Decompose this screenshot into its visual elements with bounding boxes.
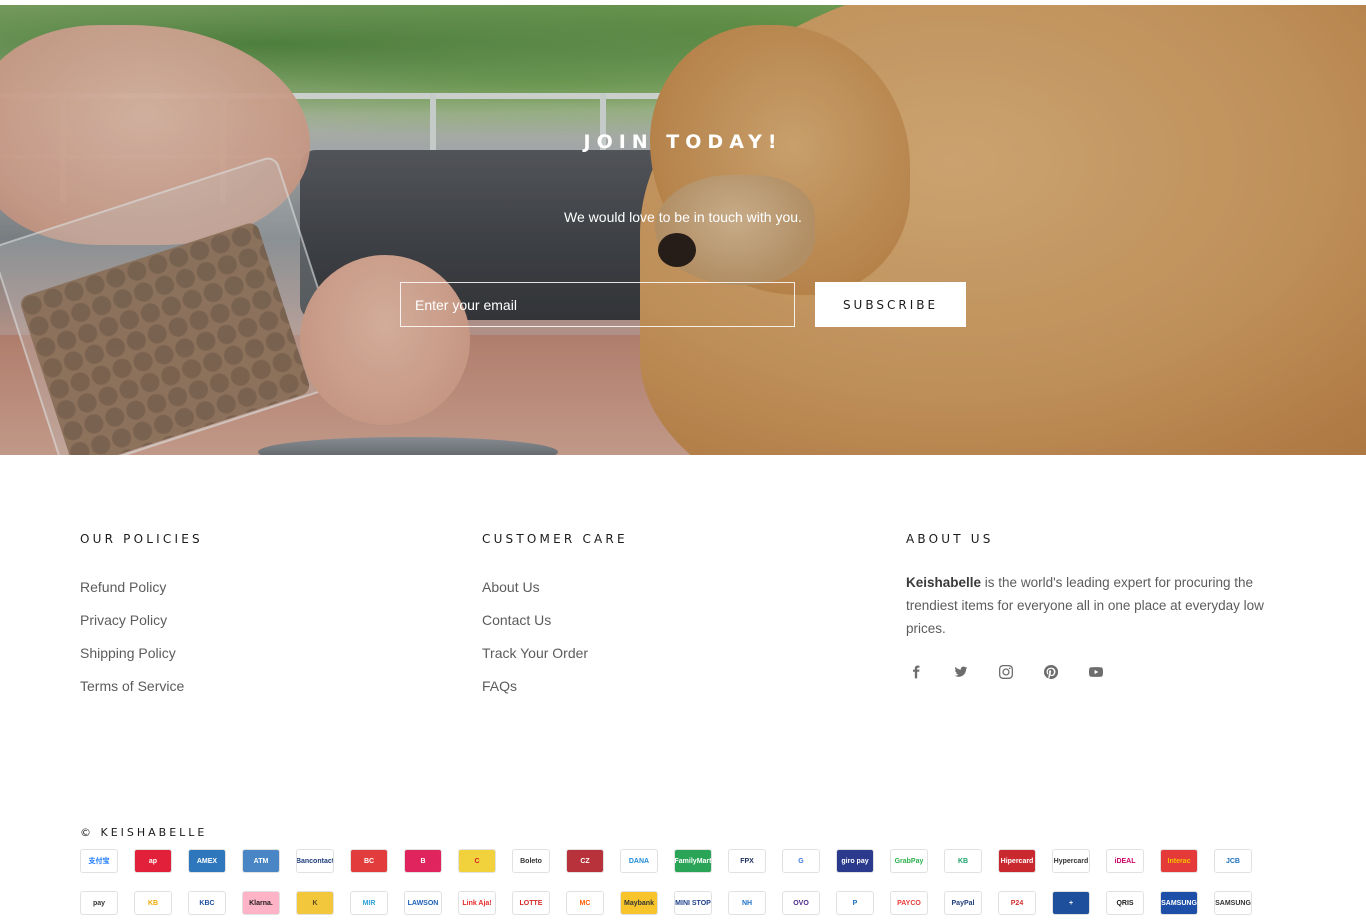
payment-method-icon: DANA <box>620 849 658 873</box>
payment-method-icon: 支付宝 <box>80 849 118 873</box>
list-item: Privacy Policy <box>80 604 203 637</box>
payment-method-icon: Maybank <box>620 891 658 915</box>
payment-method-icon: CZ <box>566 849 604 873</box>
track-order-link[interactable]: Track Your Order <box>482 645 588 661</box>
payment-method-icon: FamilyMart <box>674 849 712 873</box>
payment-method-icon: B <box>404 849 442 873</box>
youtube-icon[interactable] <box>1088 664 1104 680</box>
newsletter-title: JOIN TODAY! <box>583 131 783 153</box>
faqs-link[interactable]: FAQs <box>482 678 517 694</box>
payment-method-icon: + <box>1052 891 1090 915</box>
payment-method-icon: pay <box>80 891 118 915</box>
copyright: © KEISHABELLE <box>80 826 208 839</box>
newsletter-subtitle: We would love to be in touch with you. <box>564 209 802 225</box>
payment-method-icon: iDEAL <box>1106 849 1144 873</box>
payment-method-icon: KBC <box>188 891 226 915</box>
payment-method-icon: Hipercard <box>998 849 1036 873</box>
payment-method-icon: Interac <box>1160 849 1198 873</box>
shipping-policy-link[interactable]: Shipping Policy <box>80 645 176 661</box>
social-links <box>906 664 1286 680</box>
payment-method-icon: Boleto <box>512 849 550 873</box>
payment-method-icon: Link Aja! <box>458 891 496 915</box>
payment-method-icon: G <box>782 849 820 873</box>
customer-care-list: About Us Contact Us Track Your Order FAQ… <box>482 571 628 703</box>
list-item: FAQs <box>482 670 628 703</box>
payment-method-icon: K <box>296 891 334 915</box>
brand-name: Keishabelle <box>906 575 982 590</box>
subscribe-button[interactable]: SUBSCRIBE <box>815 282 966 327</box>
about-us-link[interactable]: About Us <box>482 579 540 595</box>
footer-customer-care: CUSTOMER CARE About Us Contact Us Track … <box>482 532 628 703</box>
payment-method-icon: JCB <box>1214 849 1252 873</box>
payment-method-icon: KB <box>944 849 982 873</box>
payment-method-icon: NH <box>728 891 766 915</box>
payment-method-icon: ATM <box>242 849 280 873</box>
payment-method-icon: MINI STOP <box>674 891 712 915</box>
payment-method-icon: OVO <box>782 891 820 915</box>
payment-method-icon: SAMSUNG <box>1160 891 1198 915</box>
list-item: Shipping Policy <box>80 637 203 670</box>
payment-method-icon: Hypercard <box>1052 849 1090 873</box>
about-text: Keishabelle is the world's leading exper… <box>906 571 1286 640</box>
payment-method-icon: LAWSON <box>404 891 442 915</box>
payment-icons-row-1: 支付宝 ap AMEX ATM Bancontact BC B C Boleto CZ DANA Fa… <box>80 849 1252 873</box>
contact-us-link[interactable]: Contact Us <box>482 612 551 628</box>
payment-method-icon: C <box>458 849 496 873</box>
payment-method-icon: Klarna. <box>242 891 280 915</box>
payment-method-icon: P <box>836 891 874 915</box>
payment-method-icon: FPX <box>728 849 766 873</box>
footer-about: ABOUT US Keishabelle is the world's lead… <box>906 532 1286 680</box>
policies-list: Refund Policy Privacy Policy Shipping Po… <box>80 571 203 703</box>
payment-method-icon: LOTTE <box>512 891 550 915</box>
hero-overlay <box>0 5 1366 455</box>
payment-method-icon: QRIS <box>1106 891 1144 915</box>
payment-icons-row-2: pay KB KBC Klarna. K MIR LAWSON Link Aja! LOTTE M… <box>80 891 1252 915</box>
payment-method-icon: MC <box>566 891 604 915</box>
privacy-policy-link[interactable]: Privacy Policy <box>80 612 167 628</box>
payment-method-icon: KB <box>134 891 172 915</box>
list-item: Contact Us <box>482 604 628 637</box>
payment-method-icon: AMEX <box>188 849 226 873</box>
about-heading: ABOUT US <box>906 532 994 546</box>
facebook-icon[interactable] <box>908 664 924 680</box>
list-item: About Us <box>482 571 628 604</box>
payment-method-icon: MIR <box>350 891 388 915</box>
payment-method-icon: PAYCO <box>890 891 928 915</box>
newsletter-hero: JOIN TODAY! We would love to be in touch… <box>0 5 1366 455</box>
footer-policies: OUR POLICIES Refund Policy Privacy Polic… <box>80 532 203 703</box>
payment-method-icon: ap <box>134 849 172 873</box>
refund-policy-link[interactable]: Refund Policy <box>80 579 166 595</box>
customer-care-heading: CUSTOMER CARE <box>482 532 628 546</box>
list-item: Track Your Order <box>482 637 628 670</box>
email-input[interactable] <box>400 282 795 327</box>
payment-method-icon: Bancontact <box>296 849 334 873</box>
payment-method-icon: giro pay <box>836 849 874 873</box>
list-item: Refund Policy <box>80 571 203 604</box>
payment-method-icon: P24 <box>998 891 1036 915</box>
instagram-icon[interactable] <box>998 664 1014 680</box>
pinterest-icon[interactable] <box>1043 664 1059 680</box>
payment-method-icon: SAMSUNG <box>1214 891 1252 915</box>
terms-of-service-link[interactable]: Terms of Service <box>80 678 184 694</box>
list-item: Terms of Service <box>80 670 203 703</box>
payment-method-icon: BC <box>350 849 388 873</box>
twitter-icon[interactable] <box>953 664 969 680</box>
payment-method-icon: GrabPay <box>890 849 928 873</box>
policies-heading: OUR POLICIES <box>80 532 203 546</box>
payment-method-icon: PayPal <box>944 891 982 915</box>
